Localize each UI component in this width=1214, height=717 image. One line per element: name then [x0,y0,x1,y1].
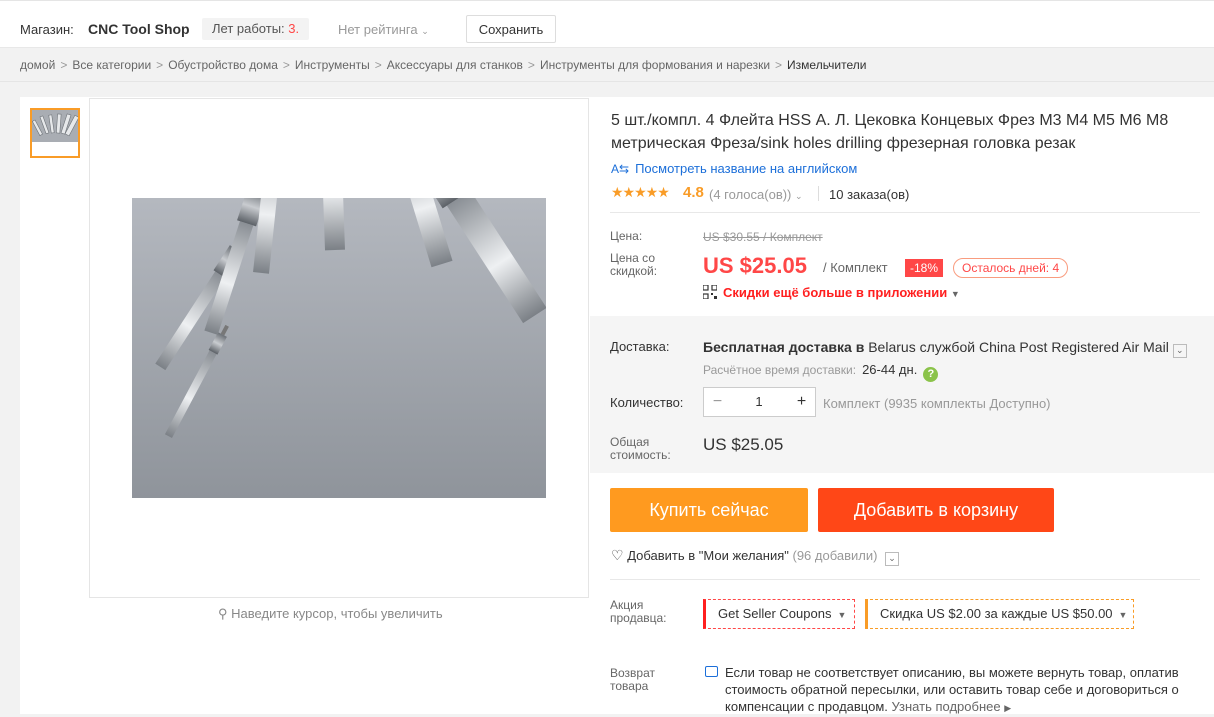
main-product-image-frame[interactable] [89,98,589,598]
divider [610,579,1200,580]
help-icon[interactable]: ? [923,367,939,382]
breadcrumb-current: Измельчители [787,58,867,72]
discount-price: US $25.05 [703,253,807,278]
buy-now-button[interactable]: Купить сейчас [610,488,808,532]
delivery-estimate: Расчётное время доставки: 26-44 дн.? [703,362,939,382]
product-title: 5 шт./компл. 4 Флейта HSS А. Л. Цековка … [611,112,1169,152]
discount-badge: -18% [905,259,944,277]
learn-more-link[interactable]: Узнать подробнее ▶ [892,699,1012,714]
chevron-right-icon: ▶ [1004,703,1012,713]
store-years-badge: Лет работы: 3. [202,18,310,40]
add-to-cart-button[interactable]: Добавить в корзину [818,488,1054,532]
add-to-wishlist-button[interactable]: ♡ Добавить в "Мои желания" (96 добавили)… [611,547,900,566]
store-bar: Магазин: CNC Tool Shop Лет работы: 3. Не… [0,0,1214,48]
orders-count: 10 заказа(ов) [829,187,910,202]
rating-stars: ★★★★★ [611,184,670,200]
breadcrumb-home[interactable]: домой [20,58,55,72]
quantity-stepper: − 1 + [703,387,816,417]
caret-down-icon: ▼ [1118,610,1128,620]
heart-plus-icon: ♡ [611,547,624,563]
magnifier-icon: ⚲ [218,606,228,621]
qr-code-icon [703,285,717,299]
price-unit: / Комплект [823,260,888,275]
discount-price-label: Цена со скидкой: [610,251,658,278]
chevron-down-icon: ⌄ [421,26,429,36]
chevron-down-icon[interactable]: ⌄ [1172,344,1187,358]
breadcrumb: домой > Все категории > Обустройство дома > Ин… [20,58,867,72]
votes-dropdown[interactable]: (4 голоса(ов)) ⌄ [709,187,803,202]
store-name-link[interactable]: CNC Tool Shop [88,21,190,37]
thumbnail-image [31,110,80,156]
breadcrumb-machine-accessories[interactable]: Аксессуары для станков [387,58,523,72]
store-rating-dropdown[interactable]: Нет рейтинга ⌄ [338,22,429,37]
total-label: Общая стоимость: [610,435,671,462]
shipping-method[interactable]: Бесплатная доставка в Belarus службой Ch… [703,339,1187,358]
quantity-label: Количество: [610,395,684,410]
chevron-down-icon: ⌄ [795,191,803,201]
breadcrumb-home-improvement[interactable]: Обустройство дома [168,58,278,72]
store-label: Магазин: [20,22,74,37]
original-price: US $30.55 / Комплект [703,230,823,244]
translate-icon: A⇆ [611,162,630,176]
caret-down-icon: ▼ [837,610,847,620]
seller-promo-label: Акция продавца: [610,598,667,625]
app-deals-dropdown[interactable]: Скидки ещё больше в приложении ▼ [703,285,960,300]
divider [610,212,1200,213]
returns-label: Возврат товара [610,666,655,693]
store-discount-dropdown[interactable]: Скидка US $2.00 за каждые US $50.00 ▼ [865,599,1134,629]
plus-icon[interactable]: + [789,388,814,416]
minus-icon[interactable]: − [705,388,730,416]
divider [0,81,1214,82]
total-price: US $25.05 [703,435,784,454]
caret-down-icon: ▼ [950,289,960,299]
chevron-down-icon[interactable]: ⌄ [885,552,900,566]
translate-title-link[interactable]: A⇆ Посмотреть название на английском [611,161,857,176]
price-label: Цена: [610,229,643,243]
zoom-hint: ⚲ Наведите курсор, чтобы увеличить [218,606,443,621]
product-image [132,198,546,498]
divider [818,186,819,201]
shipping-label: Доставка: [610,339,670,354]
return-icon [705,666,718,677]
gallery-thumbnail[interactable] [30,108,80,158]
quantity-input[interactable]: 1 [744,388,774,416]
breadcrumb-all-categories[interactable]: Все категории [72,58,151,72]
returns-policy: Если товар не соответствует описанию, вы… [725,665,1179,714]
seller-coupons-dropdown[interactable]: Get Seller Coupons ▼ [703,599,855,629]
days-left-badge: Осталось дней: 4 [953,258,1069,278]
rating-score: 4.8 [683,184,704,201]
breadcrumb-tools[interactable]: Инструменты [295,58,370,72]
stock-note: Комплект (9935 комплекты Доступно) [823,396,1051,411]
save-store-button[interactable]: Сохранить [466,15,556,43]
breadcrumb-cutting-tools[interactable]: Инструменты для формования и нарезки [540,58,770,72]
